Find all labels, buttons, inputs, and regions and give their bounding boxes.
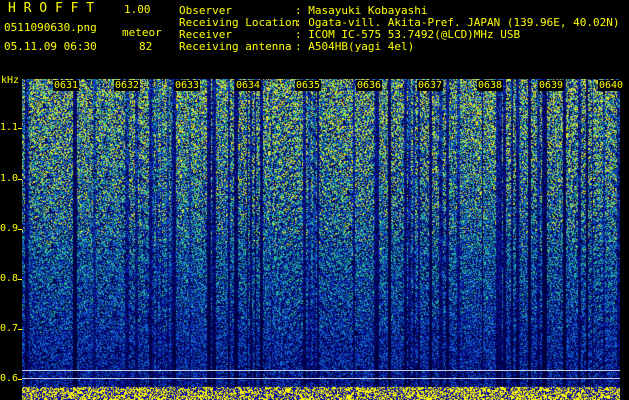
x-tick-label: 0634 bbox=[235, 80, 262, 91]
y-tick-label: 1.0 bbox=[0, 173, 19, 184]
x-tick-label: 0638 bbox=[477, 80, 504, 91]
y-tick-mark bbox=[18, 128, 22, 129]
y-tick-label: 0.6 bbox=[0, 373, 19, 384]
mode-label: meteor bbox=[122, 26, 162, 39]
y-tick-mark bbox=[18, 329, 22, 330]
meteor-count: 82 bbox=[139, 40, 153, 53]
antenna-label: Receiving antenna bbox=[179, 40, 292, 53]
y-tick-mark bbox=[18, 179, 22, 180]
x-tick-label: 0637 bbox=[417, 80, 444, 91]
y-tick-mark bbox=[18, 279, 22, 280]
reference-line-upper bbox=[22, 370, 620, 371]
spectrogram-panel bbox=[22, 79, 620, 400]
x-tick-label: 0635 bbox=[295, 80, 322, 91]
x-tick-label: 0633 bbox=[174, 80, 201, 91]
app-version: 1.00 bbox=[124, 3, 151, 16]
y-tick-mark bbox=[18, 229, 22, 230]
y-tick-label: 1.1 bbox=[0, 122, 19, 133]
y-tick-label: 0.7 bbox=[0, 323, 19, 334]
x-tick-label: 0639 bbox=[538, 80, 565, 91]
x-tick-label: 0640 bbox=[598, 80, 625, 91]
y-tick-label: 0.8 bbox=[0, 273, 19, 284]
reference-line-lower bbox=[22, 378, 620, 379]
antenna-value: : A504HB(yagi 4el) bbox=[295, 40, 415, 53]
image-filename: 0511090630.png bbox=[4, 21, 97, 34]
x-tick-label: 0636 bbox=[356, 80, 383, 91]
x-tick-label: 0631 bbox=[53, 80, 80, 91]
y-tick-mark bbox=[18, 379, 22, 380]
y-axis-unit: kHz bbox=[1, 75, 20, 86]
app-title: H R O F F T bbox=[8, 1, 95, 16]
x-tick-label: 0632 bbox=[114, 80, 141, 91]
timestamp: 05.11.09 06:30 bbox=[4, 40, 97, 53]
spectrogram-canvas bbox=[22, 79, 620, 400]
y-tick-label: 0.9 bbox=[0, 223, 19, 234]
